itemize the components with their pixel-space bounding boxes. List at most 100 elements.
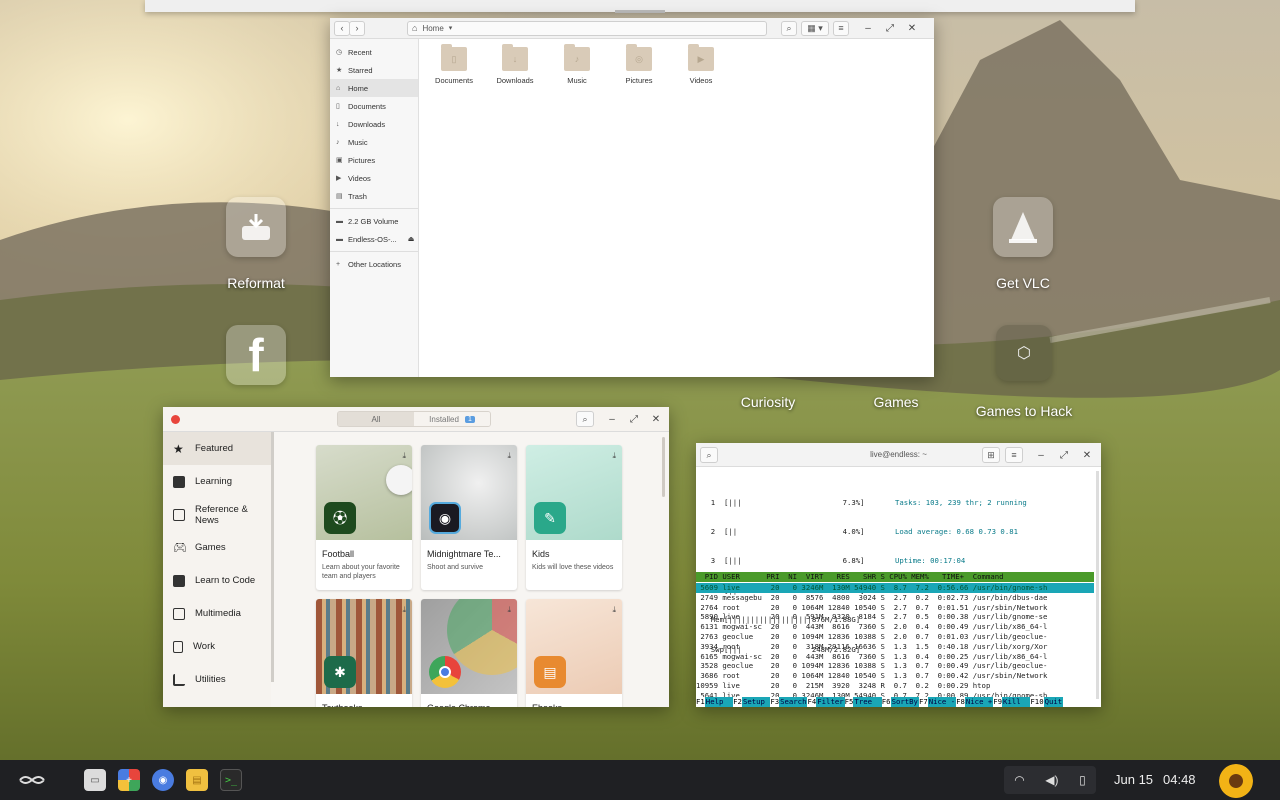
volume-icon[interactable]: ◀): [1045, 773, 1058, 787]
category-featured[interactable]: ★ Featured: [163, 432, 271, 465]
maximize-button[interactable]: ⤢: [881, 20, 899, 36]
sidebar-item-pictures[interactable]: ▣ Pictures: [330, 151, 418, 169]
function-key-f2[interactable]: F2 Setup: [733, 697, 771, 707]
folder-pictures[interactable]: ◎ Pictures: [615, 44, 663, 85]
desktop-icon-games-to-hack[interactable]: ⬡ Games to Hack: [964, 325, 1084, 419]
category-learn-to-code[interactable]: Learn to Code: [163, 564, 271, 597]
back-button[interactable]: ‹: [334, 20, 350, 36]
folder-downloads[interactable]: ↓ Downloads: [491, 44, 539, 85]
function-key-f7[interactable]: F7 Nice -: [919, 697, 957, 707]
sidebar-item-recent[interactable]: ◷ Recent: [330, 43, 418, 61]
forward-button[interactable]: ›: [349, 20, 365, 36]
endless-menu-button[interactable]: [18, 772, 46, 788]
minimize-button[interactable]: –: [859, 20, 877, 36]
process-row[interactable]: 5609 live 20 0 3246M 130M 54940 S 8.7 7.…: [696, 583, 1094, 593]
close-button[interactable]: ✕: [647, 411, 665, 427]
system-tray[interactable]: ◠ ◀) ▯: [1004, 766, 1096, 794]
app-card-midnightmare[interactable]: ⤓ ◉ Midnightmare Te... Shoot and survive: [421, 445, 517, 590]
taskbar-terminal[interactable]: >_: [220, 769, 242, 791]
taskbar-chromium[interactable]: ◉: [152, 769, 174, 791]
sidebar-item-endless-os[interactable]: ▬ Endless-OS-... ⏏: [330, 230, 418, 248]
process-row[interactable]: 3528 geoclue 20 0 1094M 12836 10388 S 1.…: [696, 661, 1094, 671]
user-avatar[interactable]: [1219, 764, 1253, 798]
process-row[interactable]: 6165 mogwai-sc 20 0 443M 8616 7360 S 1.3…: [696, 652, 1094, 662]
path-bar[interactable]: ⌂ Home ▾: [407, 20, 767, 36]
menu-button[interactable]: ≡: [833, 20, 849, 36]
sidebar-item-downloads[interactable]: ↓ Downloads: [330, 115, 418, 133]
app-card-kids[interactable]: ⤓ ✎ Kids Kids will love these videos: [526, 445, 622, 590]
category-multimedia[interactable]: Multimedia: [163, 597, 271, 630]
clock-time[interactable]: 04:48: [1163, 772, 1196, 787]
search-button[interactable]: ⌕: [576, 411, 594, 427]
download-icon[interactable]: ⤓: [507, 605, 511, 615]
maximize-button[interactable]: ⤢: [1055, 447, 1073, 463]
htop-output[interactable]: 1 [||| 7.3%] 2 [|| 4.0%] 3 [||| 6.8%] 4 …: [696, 467, 1101, 707]
taskbar-files-manager[interactable]: ▭: [84, 769, 106, 791]
clock-date[interactable]: Jun 15: [1114, 772, 1153, 787]
category-reference-news[interactable]: Reference & News: [163, 498, 271, 531]
process-row[interactable]: 3686 root 20 0 1064M 12840 10540 S 1.3 0…: [696, 671, 1094, 681]
folder-videos[interactable]: ▶ Videos: [677, 44, 725, 85]
maximize-button[interactable]: ⤢: [625, 411, 643, 427]
process-row[interactable]: 6131 mogwai-sc 20 0 443M 8616 7360 S 2.0…: [696, 622, 1094, 632]
function-key-f6[interactable]: F6 SortBy: [882, 697, 919, 707]
download-icon[interactable]: ⤓: [612, 605, 616, 615]
process-table-header[interactable]: PID USER PRI NI VIRT RES SHR S CPU% MEM%…: [696, 572, 1094, 582]
category-learning[interactable]: Learning: [163, 465, 271, 498]
terminal-scrollbar[interactable]: [1096, 471, 1099, 699]
function-key-f1[interactable]: F1 Help: [696, 697, 734, 707]
download-icon[interactable]: ⤓: [612, 451, 616, 461]
app-card-football[interactable]: ⤓ ⚽︎ Football Learn about your favorite …: [316, 445, 412, 590]
taskbar-app-center[interactable]: +: [118, 769, 140, 791]
eject-icon[interactable]: ⏏: [408, 235, 415, 243]
search-button[interactable]: ⌕: [700, 447, 718, 463]
menu-button[interactable]: ≡: [1005, 447, 1023, 463]
tab-all[interactable]: All: [338, 412, 414, 426]
sidebar-item-music[interactable]: ♪ Music: [330, 133, 418, 151]
sidebar-item-other-locations[interactable]: + Other Locations: [330, 255, 418, 273]
process-row[interactable]: 2749 messagebu 20 0 8576 4800 3024 S 2.7…: [696, 593, 1094, 603]
function-key-f8[interactable]: F8 Nice +: [956, 697, 994, 707]
search-button[interactable]: ⌕: [781, 20, 797, 36]
category-utilities[interactable]: Utilities: [163, 663, 271, 696]
new-tab-button[interactable]: ⊞: [982, 447, 1000, 463]
process-row[interactable]: 2764 root 20 0 1064M 12840 10540 S 2.7 0…: [696, 603, 1094, 613]
sidebar-item-home[interactable]: ⌂ Home: [330, 79, 418, 97]
process-row[interactable]: 10959 live 20 0 215M 3920 3248 R 0.7 0.2…: [696, 681, 1094, 691]
desktop-icon-reformat[interactable]: Reformat: [196, 197, 316, 291]
function-key-f3[interactable]: F3 Search: [770, 697, 808, 707]
wifi-icon[interactable]: ◠: [1014, 773, 1024, 787]
process-row[interactable]: 2763 geoclue 20 0 1094M 12836 10388 S 2.…: [696, 632, 1094, 642]
category-work[interactable]: Work: [163, 630, 271, 663]
function-key-f9[interactable]: F9 Kill: [993, 697, 1031, 707]
desktop-icon-get-vlc[interactable]: Get VLC: [963, 197, 1083, 291]
close-button[interactable]: ✕: [903, 20, 921, 36]
tab-installed[interactable]: Installed 1: [414, 412, 490, 426]
sidebar-item-documents[interactable]: ▯ Documents: [330, 97, 418, 115]
sidebar-scrollbar[interactable]: [271, 432, 274, 682]
sidebar-item-starred[interactable]: ★ Starred: [330, 61, 418, 79]
download-icon[interactable]: ⤓: [402, 451, 406, 461]
content-scrollbar[interactable]: [662, 437, 665, 497]
app-card-google-chrome[interactable]: ⤓ Google Chrome: [421, 599, 517, 707]
minimize-button[interactable]: –: [1032, 447, 1050, 463]
close-button[interactable]: ✕: [1078, 447, 1096, 463]
drag-handle[interactable]: [615, 10, 665, 13]
process-row[interactable]: 5890 live 20 0 591M 9320 8184 S 2.7 0.5 …: [696, 612, 1094, 622]
sidebar-item-volume[interactable]: ▬ 2.2 GB Volume: [330, 212, 418, 230]
minimize-button[interactable]: –: [603, 411, 621, 427]
folder-documents[interactable]: ▯ Documents: [430, 44, 478, 85]
folder-music[interactable]: ♪ Music: [553, 44, 601, 85]
desktop-icon-facebook[interactable]: f: [196, 325, 316, 385]
function-key-f5[interactable]: F5 Tree: [845, 697, 882, 707]
download-icon[interactable]: ⤓: [507, 451, 511, 461]
sidebar-item-trash[interactable]: ▤ Trash: [330, 187, 418, 205]
app-card-textbooks[interactable]: ⤓ ✱ Textbooks: [316, 599, 412, 707]
app-card-ebooks[interactable]: ⤓ ▤ Ebooks: [526, 599, 622, 707]
view-toggle-button[interactable]: ▦ ▾: [801, 20, 829, 36]
category-games[interactable]: 🎮︎ Games: [163, 531, 271, 564]
battery-icon[interactable]: ▯: [1079, 773, 1086, 787]
download-icon[interactable]: ⤓: [402, 605, 406, 615]
function-key-f10[interactable]: F10 Quit: [1030, 697, 1064, 707]
function-key-f4[interactable]: F4 Filter: [807, 697, 845, 707]
